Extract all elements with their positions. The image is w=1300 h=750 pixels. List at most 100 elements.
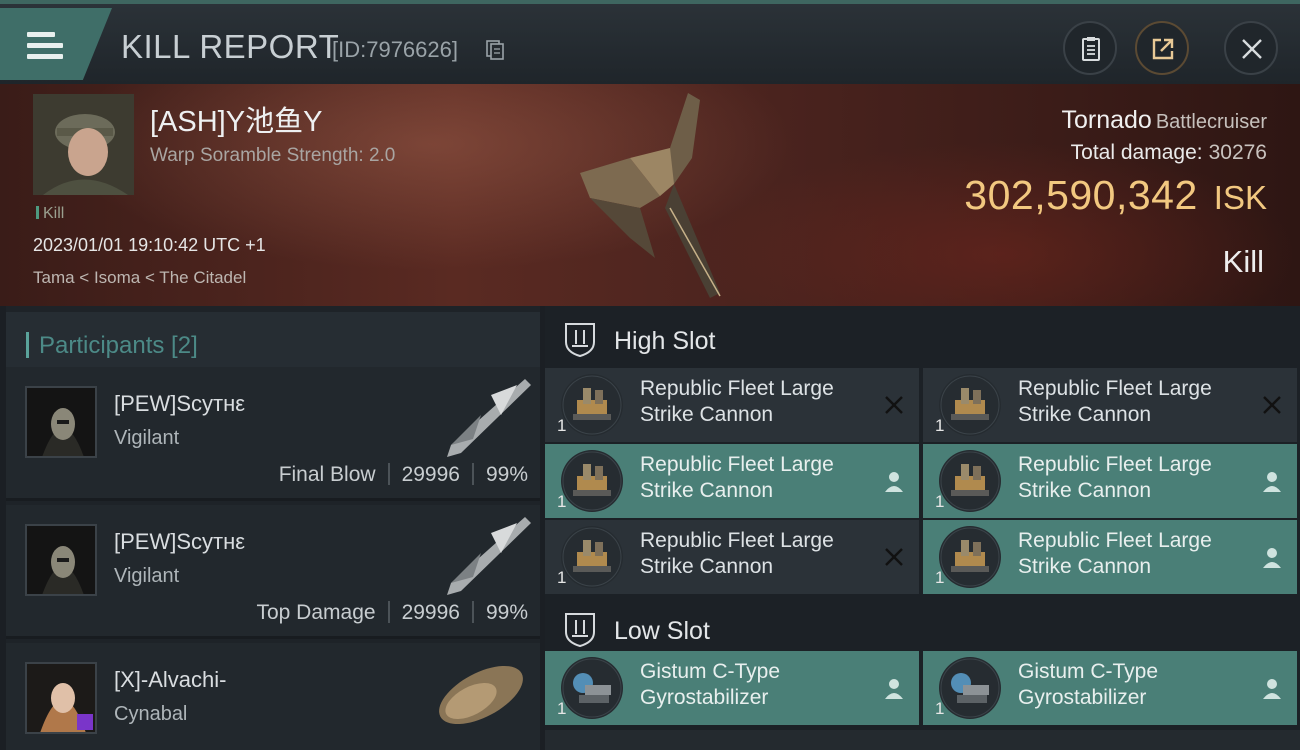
high-slot-icon — [565, 323, 595, 358]
module-name: Republic Fleet Large Strike Cannon — [1018, 453, 1212, 502]
share-icon — [1152, 38, 1174, 60]
module-status — [1261, 470, 1283, 492]
corp-badge-icon — [77, 714, 93, 730]
total-damage-value: 30276 — [1208, 141, 1267, 164]
participant-avatar[interactable] — [25, 524, 97, 596]
report-button[interactable] — [1063, 21, 1117, 75]
participants-panel: Participants [2] [PEW]Scyтнε Vigilant Fi… — [6, 306, 540, 750]
total-damage-label: Total damage: — [1070, 141, 1203, 164]
module-quantity: 1 — [935, 699, 945, 718]
module-tile[interactable]: 1 Gistum C-Type Gyrostabilizer — [545, 651, 919, 725]
copy-icon[interactable] — [486, 40, 504, 60]
module-status — [883, 677, 905, 699]
dropped-person-icon — [1263, 548, 1281, 568]
destroyed-icon — [1263, 396, 1281, 414]
participant-row[interactable]: [X]-Alvachi- Cynabal — [6, 643, 540, 750]
top-bar: KILL REPORT [ID:7976626] — [0, 0, 1300, 84]
participant-avatar[interactable] — [25, 386, 97, 458]
gyrostabilizer-icon — [561, 657, 623, 719]
kill-location[interactable]: Tama < Isoma < The Citadel — [33, 268, 246, 288]
participant-stats: Top Damage 29996 99% — [256, 601, 528, 625]
module-name: Republic Fleet Large Strike Cannon — [1018, 377, 1212, 426]
module-tile[interactable]: 1 Republic Fleet Large Strike Cannon — [545, 368, 919, 442]
victim-name[interactable]: [ASH]Y池鱼Y — [150, 98, 322, 140]
module-quantity: 1 — [935, 416, 945, 435]
module-name: Republic Fleet Large Strike Cannon — [640, 453, 834, 502]
module-tile[interactable]: 1 Republic Fleet Large Strike Cannon — [545, 520, 919, 594]
victim-ship-name[interactable]: Tornado Battlecruiser — [1061, 106, 1267, 135]
total-damage: Total damage: 30276 — [1071, 141, 1267, 165]
dropped-person-icon — [1263, 472, 1281, 492]
destroyed-icon — [885, 396, 903, 414]
low-slot-label: Low Slot — [614, 617, 710, 645]
module-quantity: 1 — [935, 492, 945, 511]
victim-subtitle: Warp Soramble Strength: 2.0 — [150, 145, 396, 166]
high-slot-label: High Slot — [614, 327, 716, 355]
isk-amount: 302,590,342 — [964, 172, 1198, 218]
high-slot-header: High Slot — [545, 306, 1300, 374]
participant-ship-image — [439, 665, 523, 725]
participant-ship: Cynabal — [114, 703, 188, 725]
turret-module-icon — [939, 450, 1001, 512]
kill-datetime: 2023/01/01 19:10:42 UTC +1 — [33, 235, 266, 255]
participant-ship-image — [447, 517, 531, 595]
result-label: Kill — [1222, 244, 1264, 279]
isk-unit: ISK — [1213, 179, 1267, 216]
stat-damage: 29996 — [401, 601, 460, 624]
module-status — [883, 546, 905, 568]
participant-name: [PEW]Scyтнε — [114, 391, 246, 416]
turret-module-icon — [939, 526, 1001, 588]
module-quantity: 1 — [935, 568, 945, 587]
module-quantity: 1 — [557, 416, 567, 435]
participant-ship: Vigilant — [114, 427, 180, 449]
dropped-person-icon — [1263, 679, 1281, 699]
participant-avatar[interactable] — [25, 662, 97, 734]
module-quantity: 1 — [557, 699, 567, 718]
module-name: Republic Fleet Large Strike Cannon — [640, 529, 834, 578]
isk-value: 302,590,342 ISK — [964, 172, 1267, 219]
module-name: Gistum C-Type Gyrostabilizer — [640, 660, 781, 709]
participants-title: Participants [2] — [26, 332, 198, 360]
turret-module-icon — [939, 374, 1001, 436]
module-tile[interactable]: 1 Republic Fleet Large Strike Cannon — [923, 520, 1297, 594]
participant-row[interactable]: [PEW]Scyтнε Vigilant Final Blow 29996 99% — [6, 367, 540, 501]
destroyed-icon — [885, 548, 903, 566]
module-tile[interactable]: 1 Gistum C-Type Gyrostabilizer — [923, 651, 1297, 725]
more-modules-fade — [545, 730, 1300, 750]
turret-module-icon — [561, 374, 623, 436]
ship-class: Battlecruiser — [1155, 111, 1267, 133]
stat-label: Top Damage — [256, 601, 376, 624]
turret-module-icon — [561, 526, 623, 588]
module-name: Republic Fleet Large Strike Cannon — [640, 377, 834, 426]
stat-percent: 99% — [485, 601, 528, 624]
module-name: Gistum C-Type Gyrostabilizer — [1018, 660, 1159, 709]
participant-row[interactable]: [PEW]Scyтнε Vigilant Top Damage 29996 99% — [6, 505, 540, 639]
gyrostabilizer-icon — [939, 657, 1001, 719]
close-icon — [1242, 39, 1262, 59]
low-slot-icon — [565, 613, 595, 648]
victim-ship-image[interactable] — [570, 88, 740, 303]
module-tile[interactable]: 1 Republic Fleet Large Strike Cannon — [545, 444, 919, 518]
dropped-person-icon — [885, 472, 903, 492]
module-status — [1261, 546, 1283, 568]
page-title: KILL REPORT — [121, 28, 340, 65]
participant-stats: Final Blow 29996 99% — [279, 463, 528, 487]
participant-name: [PEW]Scyтнε — [114, 529, 246, 554]
module-tile[interactable]: 1 Republic Fleet Large Strike Cannon — [923, 444, 1297, 518]
participant-name: [X]-Alvachi- — [114, 667, 227, 692]
menu-icon — [27, 32, 63, 62]
module-tile[interactable]: 1 Republic Fleet Large Strike Cannon — [923, 368, 1297, 442]
victim-portrait[interactable] — [33, 94, 134, 195]
turret-module-icon — [561, 450, 623, 512]
fitting-panel: High Slot 1 Republic Fleet Large Strike C… — [545, 306, 1300, 750]
clipboard-icon — [1082, 37, 1100, 61]
menu-button[interactable] — [0, 8, 112, 80]
participant-ship-image — [447, 379, 531, 457]
participant-ship: Vigilant — [114, 565, 180, 587]
share-button[interactable] — [1135, 21, 1189, 75]
module-status — [883, 394, 905, 416]
module-status — [883, 470, 905, 492]
report-id: [ID:7976626] — [332, 37, 458, 62]
ship-name-text: Tornado — [1061, 106, 1152, 134]
close-button[interactable] — [1224, 21, 1278, 75]
